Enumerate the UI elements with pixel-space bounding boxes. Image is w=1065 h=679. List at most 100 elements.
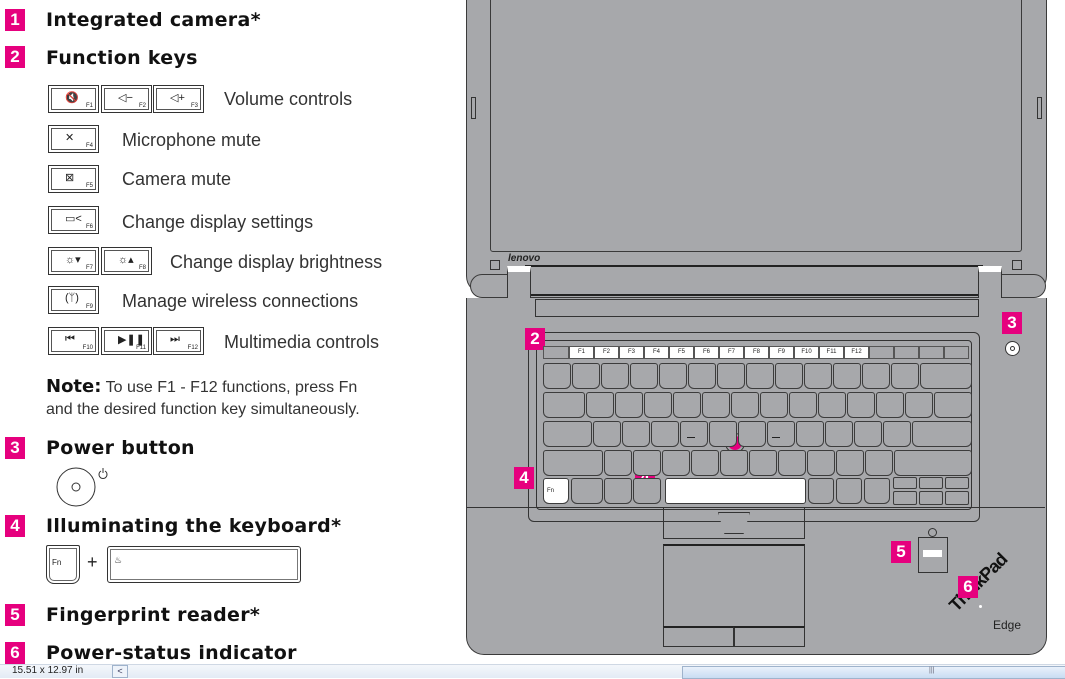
laptop-key [659, 363, 687, 389]
laptop-key [796, 421, 824, 447]
laptop-key [789, 392, 817, 418]
laptop-key [572, 363, 600, 389]
arrow-key-down [919, 491, 943, 505]
badge-5: 5 [5, 604, 25, 626]
laptop-fkey-blank [944, 346, 969, 359]
laptop-key [876, 392, 904, 418]
laptop-key [865, 450, 893, 476]
laptop-key [604, 478, 632, 504]
laptop-key [543, 421, 592, 447]
desc-volume-controls: Volume controls [224, 89, 353, 109]
arrow-key-left [893, 491, 917, 505]
laptop-key [680, 421, 708, 447]
laptop-key [615, 392, 643, 418]
laptop-key [738, 421, 766, 447]
callout-5: 5 [891, 541, 911, 563]
laptop-key [833, 363, 861, 389]
arrow-key [945, 477, 969, 489]
laptop-key [760, 392, 788, 418]
laptop-fkey: F4 [644, 346, 669, 359]
laptop-fkey: F7 [719, 346, 744, 359]
laptop-key [836, 478, 862, 504]
horizontal-scrollbar-thumb[interactable]: ||| [682, 666, 1065, 679]
laptop-fkey: F3 [619, 346, 644, 359]
callout-6: 6 [958, 576, 978, 598]
laptop-key [778, 450, 806, 476]
arrow-key [893, 477, 917, 489]
laptop-key [651, 421, 679, 447]
desc-display-settings: Change display settings [122, 212, 314, 232]
touchpad-right-button [733, 626, 805, 647]
laptop-fkey: F9 [769, 346, 794, 359]
hinge-center [525, 265, 983, 296]
laptop-key [543, 363, 571, 389]
laptop-key [691, 450, 719, 476]
badge-1: 1 [5, 9, 25, 31]
lenovo-logo: lenovo [508, 253, 541, 264]
side-notch-left [471, 97, 476, 119]
desc-microphone-mute: Microphone mute [122, 130, 262, 150]
camera-led-right [1012, 260, 1022, 270]
power-icon [98, 468, 108, 479]
laptop-fkey: F6 [694, 346, 719, 359]
brightness-up-icon: ☼▴ [118, 254, 134, 266]
badge-2: 2 [5, 46, 25, 68]
laptop-key [891, 363, 919, 389]
desc-multimedia: Multimedia controls [224, 332, 380, 352]
fkey-f10: ⏮ F10 [48, 327, 99, 355]
heading-power-status: Power-status indicator [46, 642, 297, 664]
arrow-key-up [919, 477, 943, 489]
laptop-key [807, 450, 835, 476]
laptop-key [836, 450, 864, 476]
laptop-fkey: F8 [744, 346, 769, 359]
fkey-f1: 🔇 F1 [48, 85, 99, 113]
fingerprint-led [928, 528, 937, 537]
laptop-key [601, 363, 629, 389]
callout-3: 3 [1002, 312, 1022, 334]
page-size-readout: 15.51 x 12.97 in [12, 665, 84, 676]
badge-6: 6 [5, 642, 25, 664]
callout-2: 2 [525, 328, 545, 350]
laptop-fkey: F11 [819, 346, 844, 359]
spacebar-illustration: ♨ [107, 546, 301, 583]
heading-fingerprint-reader: Fingerprint reader* [46, 604, 261, 626]
laptop-key [854, 421, 882, 447]
laptop-key [673, 392, 701, 418]
laptop-key [702, 392, 730, 418]
desc-wireless: Manage wireless connections [122, 291, 359, 311]
home-nub-f [687, 437, 695, 438]
speaker-mute-icon: 🔇 [65, 92, 79, 104]
laptop-key [894, 450, 972, 476]
laptop-key [543, 450, 603, 476]
laptop-key [633, 450, 661, 476]
scroll-left-button[interactable]: < [112, 665, 128, 678]
laptop-key [825, 421, 853, 447]
heading-function-keys: Function keys [46, 47, 198, 69]
desc-camera-mute: Camera mute [122, 169, 232, 189]
vent-strip [535, 299, 979, 317]
laptop-key [775, 363, 803, 389]
laptop-key [604, 450, 632, 476]
laptop-key [644, 392, 672, 418]
note-text-2: and the desired function key simultaneou… [46, 401, 360, 418]
next-track-icon: ⏭ [170, 333, 180, 345]
laptop-key [920, 363, 972, 389]
badge-3: 3 [5, 437, 25, 459]
heading-integrated-camera: Integrated camera* [46, 9, 261, 31]
note-text-1: To use F1 - F12 functions, press Fn [105, 379, 358, 396]
fkey-f12: ⏭ F12 [153, 327, 204, 355]
note-label: Note: [46, 376, 102, 397]
laptop-fkey: F10 [794, 346, 819, 359]
camera-led-left [490, 260, 500, 270]
note: Note: To use F1 - F12 functions, press F… [46, 376, 360, 421]
fkey-f11: ▶❚❚ F11 [101, 327, 152, 355]
fkey-f5: ⊠ F5 [48, 165, 99, 193]
laptop-key [586, 392, 614, 418]
fkey-esc [543, 346, 569, 359]
laptop-key [883, 421, 911, 447]
previous-track-icon: ⏮ [65, 333, 75, 345]
laptop-fkey: F1 [569, 346, 594, 359]
desc-display-brightness: Change display brightness [170, 252, 383, 272]
brightness-down-icon: ☼▾ [65, 254, 81, 266]
fkey-f4: ✕ F4 [48, 125, 99, 153]
